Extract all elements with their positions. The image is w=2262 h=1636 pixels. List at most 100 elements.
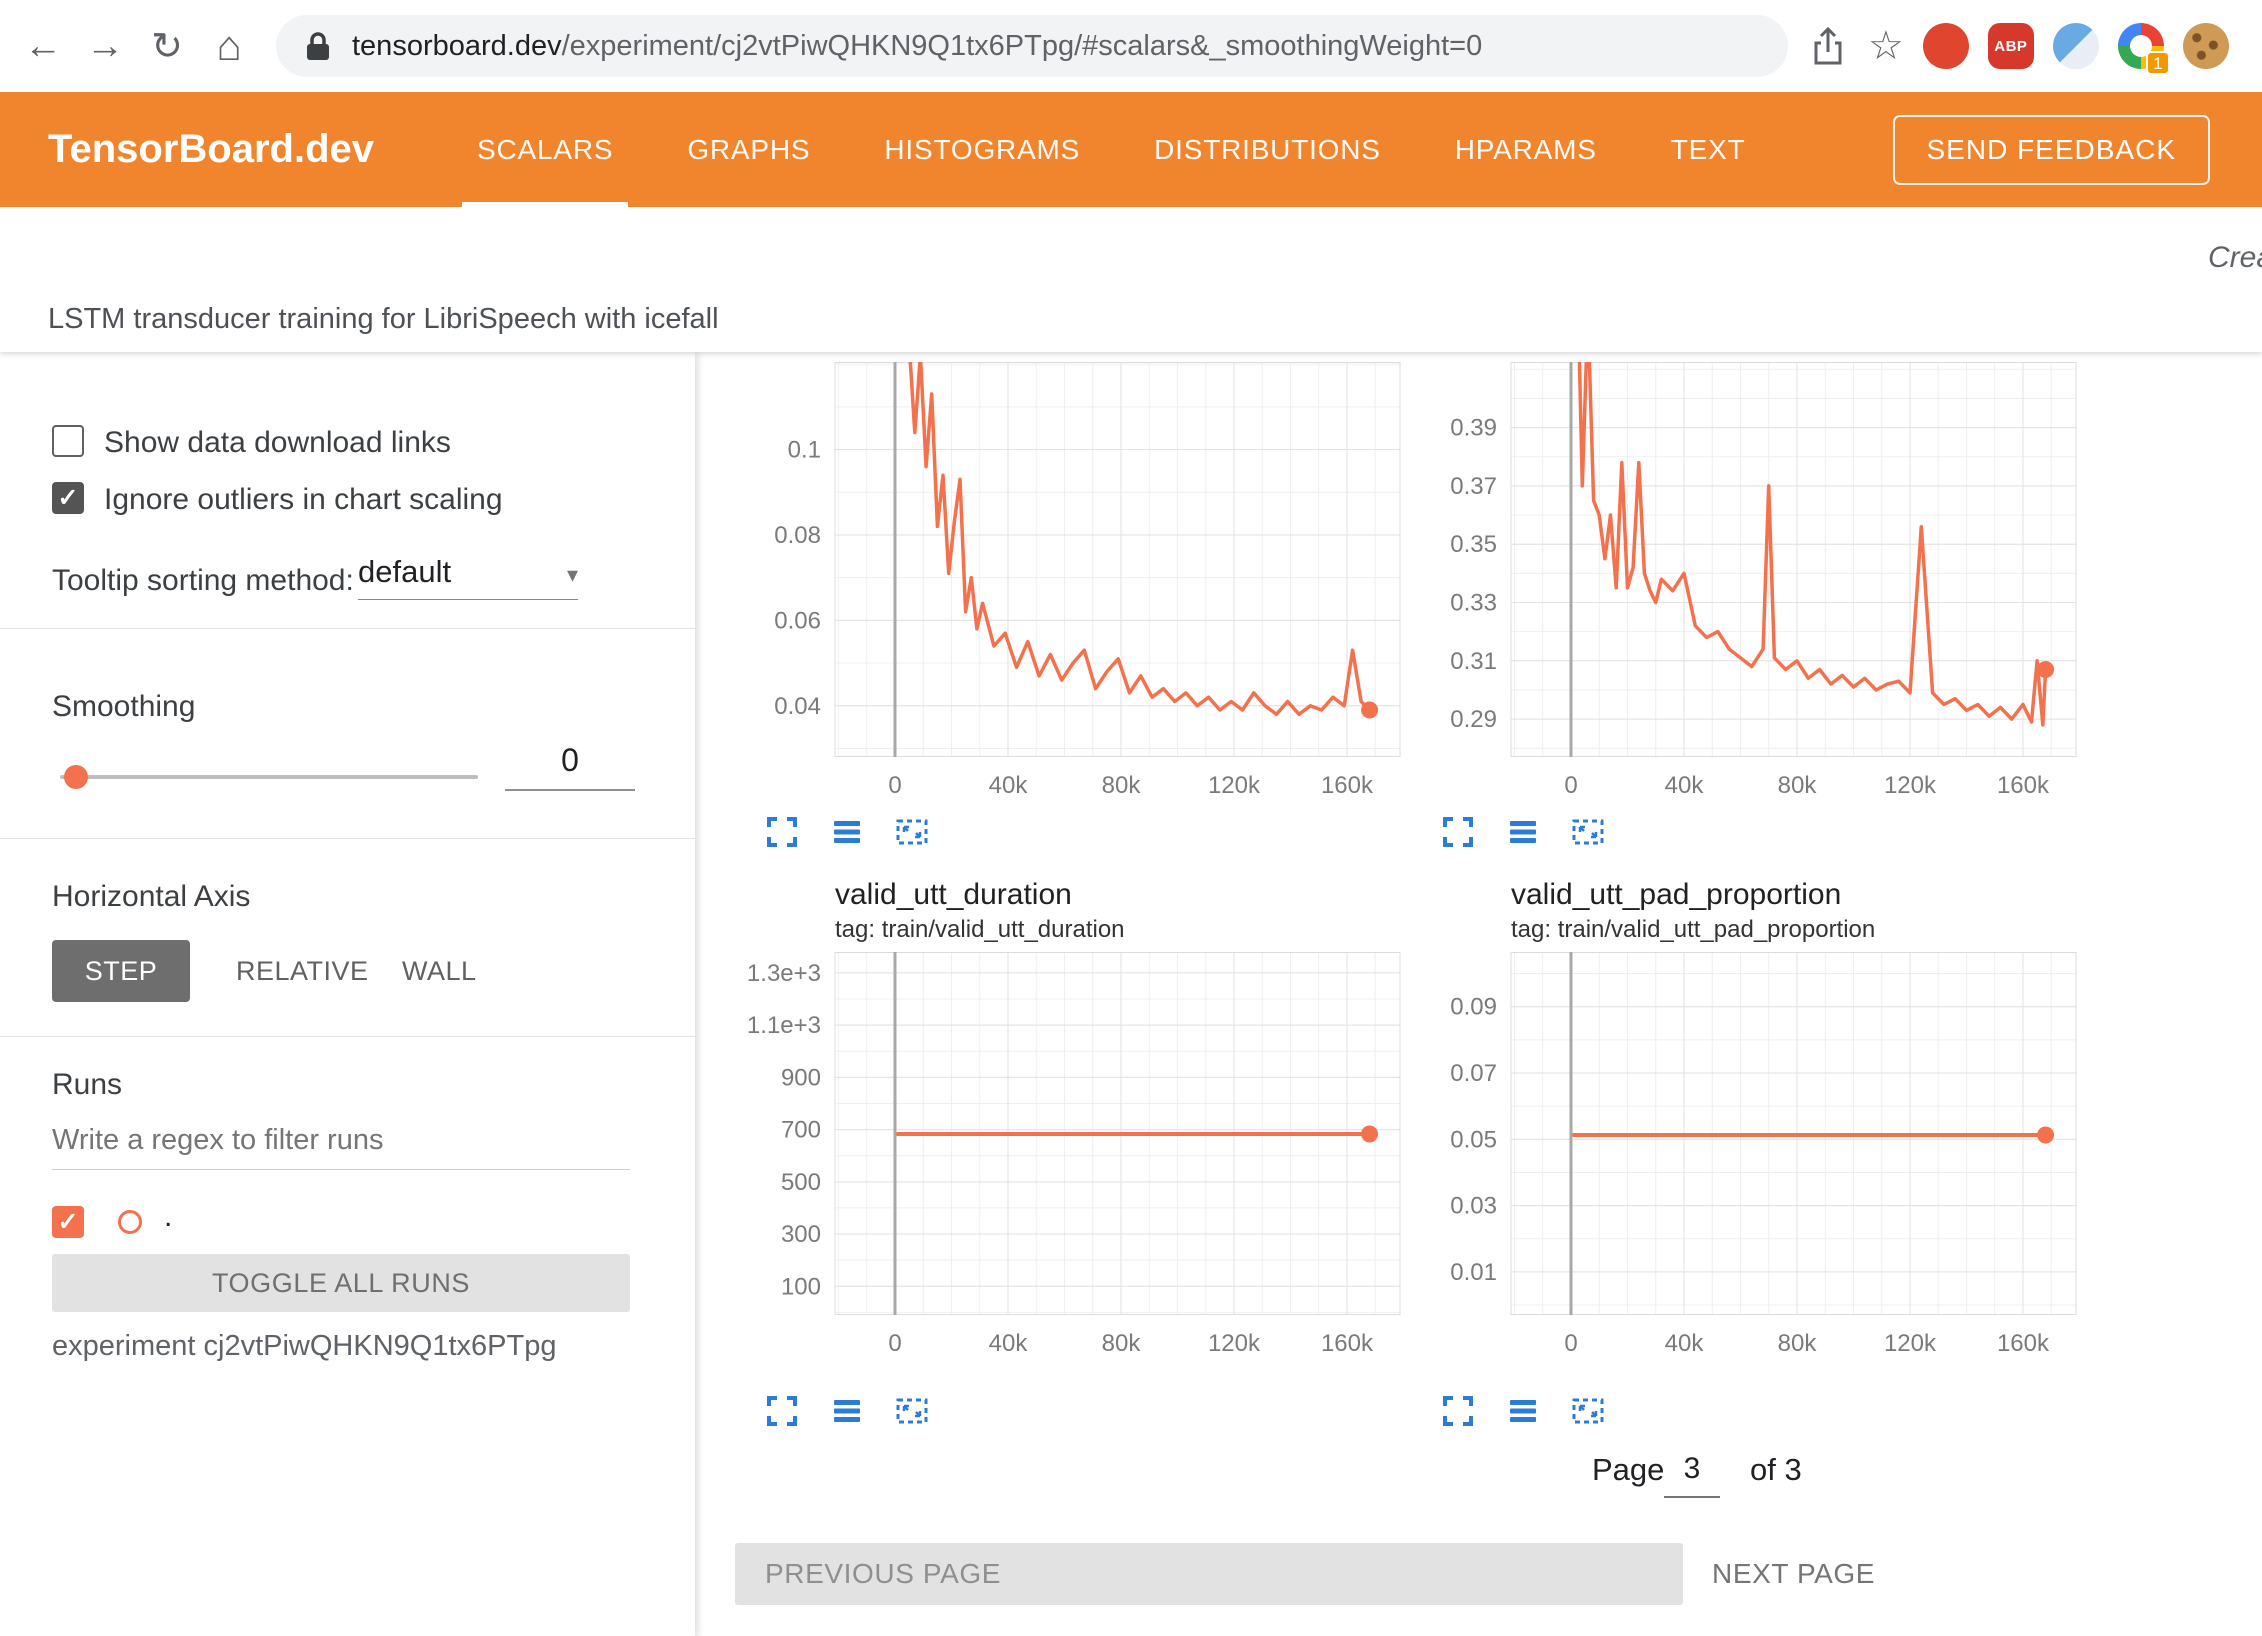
expand-icon[interactable] [765, 1394, 799, 1428]
data-table-icon[interactable] [1506, 1394, 1540, 1428]
svg-text:0.33: 0.33 [1450, 589, 1497, 616]
chart-top-left: 0.040.060.080.1040k80k120k160k [735, 362, 1415, 810]
axis-relative-button[interactable]: RELATIVE [212, 940, 393, 1002]
data-table-icon[interactable] [1506, 815, 1540, 849]
svg-text:120k: 120k [1208, 772, 1261, 799]
url-bar[interactable]: tensorboard.dev/experiment/cj2vtPiwQHKN9… [276, 15, 1788, 77]
run-color-swatch[interactable] [118, 1210, 142, 1234]
fit-domain-icon[interactable] [1571, 1394, 1605, 1428]
chart-actions-top-right [1441, 815, 1605, 849]
expand-icon[interactable] [1441, 1394, 1475, 1428]
chart-top-right: 0.290.310.330.350.370.39040k80k120k160k [1411, 362, 2091, 810]
svg-text:120k: 120k [1884, 772, 1937, 799]
svg-text:0.09: 0.09 [1450, 994, 1497, 1021]
extension-adblock-icon[interactable] [1923, 23, 1969, 69]
chart-title-valid-utt-duration: valid_utt_duration [835, 878, 1072, 912]
run-name: . [164, 1200, 172, 1234]
svg-text:80k: 80k [1102, 1330, 1142, 1357]
tab-text[interactable]: TEXT [1634, 92, 1783, 207]
tooltip-sorting-label: Tooltip sorting method: [52, 564, 354, 598]
chart-actions-top-left [765, 815, 929, 849]
extension-blue-icon[interactable] [2053, 23, 2099, 69]
fit-domain-icon[interactable] [895, 815, 929, 849]
brand-logo: TensorBoard.dev [48, 127, 374, 172]
svg-text:0.1: 0.1 [788, 437, 821, 464]
fit-domain-icon[interactable] [895, 1394, 929, 1428]
tab-hparams[interactable]: HPARAMS [1418, 92, 1634, 207]
svg-text:0.03: 0.03 [1450, 1193, 1497, 1220]
svg-text:1.1e+3: 1.1e+3 [747, 1012, 821, 1039]
axis-step-button[interactable]: STEP [52, 940, 190, 1002]
tab-graphs[interactable]: GRAPHS [650, 92, 847, 207]
svg-text:0: 0 [1564, 1330, 1577, 1357]
horizontal-axis-label: Horizontal Axis [52, 880, 250, 914]
ignore-outliers-checkbox[interactable] [52, 482, 84, 514]
tooltip-sorting-select[interactable]: default ▾ [358, 554, 578, 600]
runs-label: Runs [52, 1068, 122, 1102]
show-download-links-checkbox[interactable] [52, 425, 84, 457]
svg-text:0.29: 0.29 [1450, 706, 1497, 733]
forward-icon[interactable]: → [74, 25, 136, 68]
extension-wheel-icon[interactable]: 1 [2118, 23, 2164, 69]
show-download-links-label: Show data download links [104, 426, 451, 460]
chart-title-valid-utt-pad-proportion: valid_utt_pad_proportion [1511, 878, 1841, 912]
divider [0, 838, 695, 839]
browser-chrome: ← → ↻ ⌂ tensorboard.dev/experiment/cj2vt… [0, 0, 2262, 92]
back-icon[interactable]: ← [12, 25, 74, 68]
svg-text:80k: 80k [1102, 772, 1142, 799]
next-page-button[interactable]: NEXT PAGE [1712, 1543, 1875, 1605]
share-icon[interactable] [1810, 24, 1846, 68]
fit-domain-icon[interactable] [1571, 815, 1605, 849]
runs-filter-input[interactable] [52, 1118, 630, 1170]
svg-text:100: 100 [781, 1273, 821, 1300]
page-number-input[interactable] [1664, 1452, 1720, 1498]
tensorboard-header: TensorBoard.dev SCALARS GRAPHS HISTOGRAM… [0, 92, 2262, 207]
svg-text:900: 900 [781, 1064, 821, 1091]
svg-text:160k: 160k [1321, 772, 1374, 799]
expand-icon[interactable] [1441, 815, 1475, 849]
svg-text:1.3e+3: 1.3e+3 [747, 960, 821, 987]
tab-distributions[interactable]: DISTRIBUTIONS [1117, 92, 1418, 207]
extension-cookie-icon[interactable] [2183, 23, 2229, 69]
smoothing-label: Smoothing [52, 690, 195, 724]
svg-text:0: 0 [888, 1330, 901, 1357]
svg-text:40k: 40k [1665, 772, 1705, 799]
svg-text:40k: 40k [1665, 1330, 1705, 1357]
data-table-icon[interactable] [830, 815, 864, 849]
nav-tabs: SCALARS GRAPHS HISTOGRAMS DISTRIBUTIONS … [440, 92, 1783, 207]
extension-abp-icon[interactable]: ABP [1988, 23, 2034, 69]
chart-tag-valid-utt-pad-proportion: tag: train/valid_utt_pad_proportion [1511, 916, 1875, 944]
settings-sidebar: Show data download links Ignore outliers… [0, 352, 695, 1636]
svg-text:160k: 160k [1997, 772, 2050, 799]
run-checkbox[interactable] [52, 1206, 84, 1238]
tab-histograms[interactable]: HISTOGRAMS [847, 92, 1117, 207]
home-icon[interactable]: ⌂ [198, 22, 260, 70]
clipped-created-text: Crea [2208, 241, 2262, 275]
svg-text:80k: 80k [1778, 1330, 1818, 1357]
ignore-outliers-label: Ignore outliers in chart scaling [104, 483, 503, 517]
svg-text:0.07: 0.07 [1450, 1060, 1497, 1087]
axis-wall-button[interactable]: WALL [378, 940, 501, 1002]
toggle-all-runs-button[interactable]: TOGGLE ALL RUNS [52, 1254, 630, 1312]
reload-icon[interactable]: ↻ [136, 24, 198, 69]
svg-text:0.04: 0.04 [774, 693, 821, 720]
bookmark-star-icon[interactable]: ☆ [1868, 23, 1904, 69]
divider [0, 1036, 695, 1037]
experiment-id: experiment cj2vtPiwQHKN9Q1tx6PTpg [52, 1330, 556, 1363]
smoothing-slider-thumb[interactable] [64, 765, 88, 789]
tab-scalars[interactable]: SCALARS [440, 92, 650, 207]
svg-text:160k: 160k [1997, 1330, 2050, 1357]
previous-page-button[interactable]: PREVIOUS PAGE [735, 1543, 1683, 1605]
svg-text:160k: 160k [1321, 1330, 1374, 1357]
expand-icon[interactable] [765, 815, 799, 849]
svg-text:0: 0 [1564, 772, 1577, 799]
data-table-icon[interactable] [830, 1394, 864, 1428]
smoothing-value[interactable]: 0 [505, 742, 635, 791]
svg-text:0.08: 0.08 [774, 522, 821, 549]
url-path: /experiment/cj2vtPiwQHKN9Q1tx6PTpg/#scal… [562, 30, 1483, 63]
chart-valid-utt-duration: 1003005007009001.1e+31.3e+3040k80k120k16… [735, 952, 1415, 1368]
url-host: tensorboard.dev [352, 30, 562, 63]
smoothing-slider-track[interactable] [60, 775, 478, 779]
svg-text:40k: 40k [989, 772, 1029, 799]
send-feedback-button[interactable]: SEND FEEDBACK [1893, 115, 2211, 185]
